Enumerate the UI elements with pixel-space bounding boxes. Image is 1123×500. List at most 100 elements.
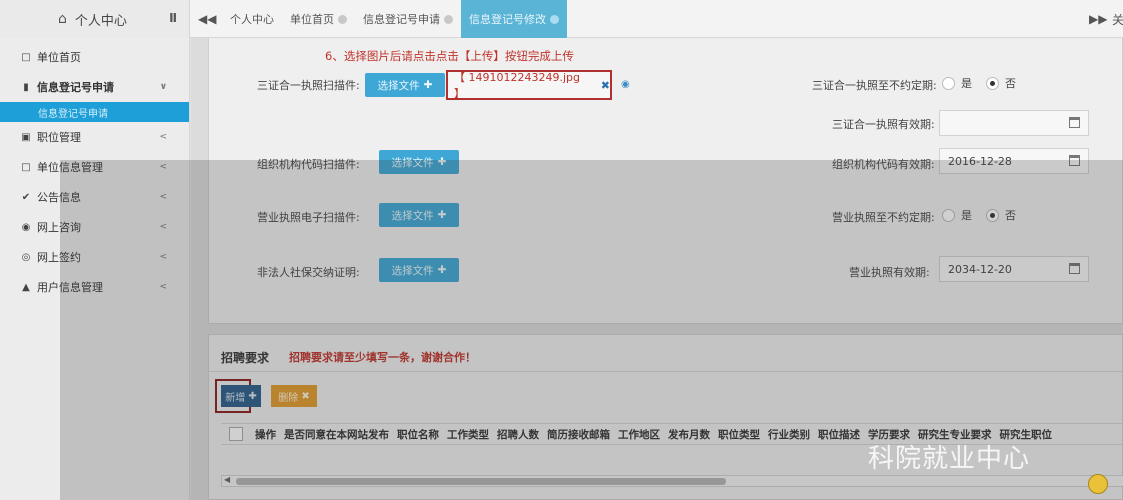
tabs-forward-icon[interactable]: ▶▶: [1089, 12, 1107, 26]
plus-icon: ✚: [248, 390, 257, 402]
main-content: 6、选择图片后请点击点击【上传】按钮完成上传 三证合一执照扫描件: 选择文件 ✚ …: [191, 38, 1123, 500]
column-header: 职位名称: [397, 428, 439, 441]
tab-strip: 个人中心 单位首页 信息登记号申请 信息登记号修改: [222, 0, 567, 38]
tabs-back-icon[interactable]: ◀◀: [198, 12, 216, 26]
chevron-left-icon: <: [159, 132, 167, 142]
top-bar: ⌂ 个人中心 Ⅱ ◀◀ 个人中心 单位首页 信息登记号申请 信息登记号修改 ▶▶…: [0, 0, 1123, 38]
three-in-one-valid-date[interactable]: [939, 110, 1089, 136]
sidebar-item-registration[interactable]: ▮ 信息登记号申请 ∨: [0, 72, 189, 102]
org-code-valid-label: 组织机构代码有效期:: [832, 158, 935, 171]
watermark: 科院就业中心: [868, 444, 1031, 474]
plus-icon: ✚: [437, 209, 447, 221]
eye-icon: ◎: [21, 251, 31, 263]
recruit-note: 招聘要求请至少填写一条，谢谢合作！: [289, 351, 476, 364]
divider: [209, 371, 1123, 372]
tab-personal-center[interactable]: 个人中心: [222, 0, 282, 38]
three-in-one-label: 三证合一执照扫描件:: [257, 79, 360, 92]
calendar-icon[interactable]: [1069, 263, 1080, 274]
brand[interactable]: ⌂ 个人中心 Ⅱ: [0, 0, 190, 38]
calendar-icon[interactable]: [1069, 155, 1080, 166]
circle-icon: ◉: [21, 221, 31, 233]
tab-close-icon[interactable]: [338, 14, 347, 24]
org-code-upload-button[interactable]: 选择文件 ✚: [379, 150, 459, 174]
chevron-left-icon: <: [159, 192, 167, 202]
close-icon: ✖: [301, 390, 310, 402]
sidebar-item-job-management[interactable]: ▣ 职位管理 <: [0, 122, 189, 152]
plus-icon: ✚: [437, 156, 447, 168]
column-header: 是否同意在本网站发布: [284, 428, 389, 441]
sidebar-item-announcements[interactable]: ✔ 公告信息 <: [0, 182, 189, 212]
license-valid-date[interactable]: 2034-12-20: [939, 256, 1089, 282]
social-security-upload-button[interactable]: 选择文件 ✚: [379, 258, 459, 282]
column-header: 简历接收邮箱: [547, 428, 610, 441]
check-icon: ✔: [21, 191, 31, 203]
add-button[interactable]: 新增 ✚: [221, 385, 261, 407]
recruit-title: 招聘要求: [221, 351, 270, 365]
tab-registration-apply[interactable]: 信息登记号申请: [355, 0, 461, 38]
column-header: 职位类型: [718, 428, 760, 441]
sidebar-item-unit-home[interactable]: □ 单位首页: [0, 42, 189, 72]
file-name[interactable]: 【 1491012243249.jpg 】: [454, 69, 589, 101]
preview-eye-icon[interactable]: ◉: [621, 79, 630, 90]
column-header: 职位描述: [818, 428, 860, 441]
tab-close-icon[interactable]: [444, 14, 453, 24]
three-in-one-unlimited-label: 三证合一执照至不约定期:: [812, 79, 937, 92]
three-in-one-valid-label: 三证合一执照有效期:: [832, 118, 935, 131]
checkbox-icon: ▣: [21, 131, 31, 143]
square-icon: □: [21, 51, 31, 63]
helper-bulb-icon[interactable]: [1088, 474, 1108, 494]
registration-form: 6、选择图片后请点击点击【上传】按钮完成上传 三证合一执照扫描件: 选择文件 ✚ …: [208, 38, 1123, 324]
license-upload-button[interactable]: 选择文件 ✚: [379, 203, 459, 227]
recruit-requirements: 招聘要求 招聘要求请至少填写一条，谢谢合作！ 新增 ✚ 删除 ✖ 操作 是否同意…: [208, 334, 1123, 500]
horizontal-scrollbar[interactable]: ◀: [221, 475, 1123, 487]
home-icon: ⌂: [58, 11, 67, 27]
sidebar: □ 单位首页 ▮ 信息登记号申请 ∨ 信息登记号申请 ▣ 职位管理 < □ 单位…: [0, 38, 190, 500]
scroll-left-icon[interactable]: ◀: [224, 475, 230, 484]
radio-yes[interactable]: [942, 76, 955, 90]
uploaded-file: 【 1491012243249.jpg 】 ✖: [446, 70, 612, 100]
menu-toggle-icon[interactable]: Ⅱ: [169, 11, 177, 25]
tab-registration-edit[interactable]: 信息登记号修改: [461, 0, 567, 38]
sidebar-item-unit-info[interactable]: □ 单位信息管理 <: [0, 152, 189, 182]
three-in-one-upload-button[interactable]: 选择文件 ✚: [365, 73, 445, 97]
sidebar-item-online-consult[interactable]: ◉ 网上咨询 <: [0, 212, 189, 242]
upload-hint: 6、选择图片后请点击点击【上传】按钮完成上传: [325, 49, 574, 63]
column-header: 发布月数: [668, 428, 710, 441]
plus-icon: ✚: [437, 264, 447, 276]
org-code-scan-label: 组织机构代码扫描件:: [257, 158, 360, 171]
select-all-checkbox[interactable]: [229, 427, 243, 441]
delete-button[interactable]: 删除 ✖: [271, 385, 317, 407]
scroll-thumb[interactable]: [236, 478, 726, 485]
bell-icon: ▲: [22, 281, 30, 293]
column-header: 操作: [255, 428, 276, 441]
chevron-down-icon: ∨: [159, 82, 167, 92]
column-header: 工作地区: [618, 428, 660, 441]
radio-no[interactable]: [986, 208, 999, 222]
license-valid-label: 营业执照有效期:: [849, 266, 930, 279]
org-code-valid-date[interactable]: 2016-12-28: [939, 148, 1089, 174]
chevron-left-icon: <: [159, 252, 167, 262]
radio-no[interactable]: [986, 76, 999, 90]
social-security-label: 非法人社保交纳证明:: [257, 266, 360, 279]
license-unlimited-radio: 是 否: [942, 207, 1016, 223]
tab-close-icon[interactable]: [550, 14, 559, 24]
radio-yes[interactable]: [942, 208, 955, 222]
tab-unit-home[interactable]: 单位首页: [282, 0, 355, 38]
plus-icon: ✚: [423, 79, 433, 91]
chevron-left-icon: <: [159, 282, 167, 292]
column-header: 行业类别: [768, 428, 810, 441]
sidebar-subitem-registration-apply[interactable]: 信息登记号申请: [0, 102, 189, 122]
file-icon: ▮: [23, 81, 29, 93]
license-unlimited-label: 营业执照至不约定期:: [832, 211, 935, 224]
chevron-left-icon: <: [159, 222, 167, 232]
remove-file-icon[interactable]: ✖: [601, 79, 610, 92]
chevron-left-icon: <: [159, 162, 167, 172]
sidebar-item-user-info[interactable]: ▲ 用户信息管理 <: [0, 272, 189, 302]
calendar-icon[interactable]: [1069, 117, 1080, 128]
sidebar-item-online-signing[interactable]: ◎ 网上签约 <: [0, 242, 189, 272]
brand-label: 个人中心: [74, 13, 127, 29]
square-icon: □: [21, 161, 31, 173]
column-header: 工作类型: [447, 428, 489, 441]
close-all-tabs-button[interactable]: 关: [1112, 11, 1123, 28]
three-in-one-unlimited-radio: 是 否: [942, 75, 1016, 91]
